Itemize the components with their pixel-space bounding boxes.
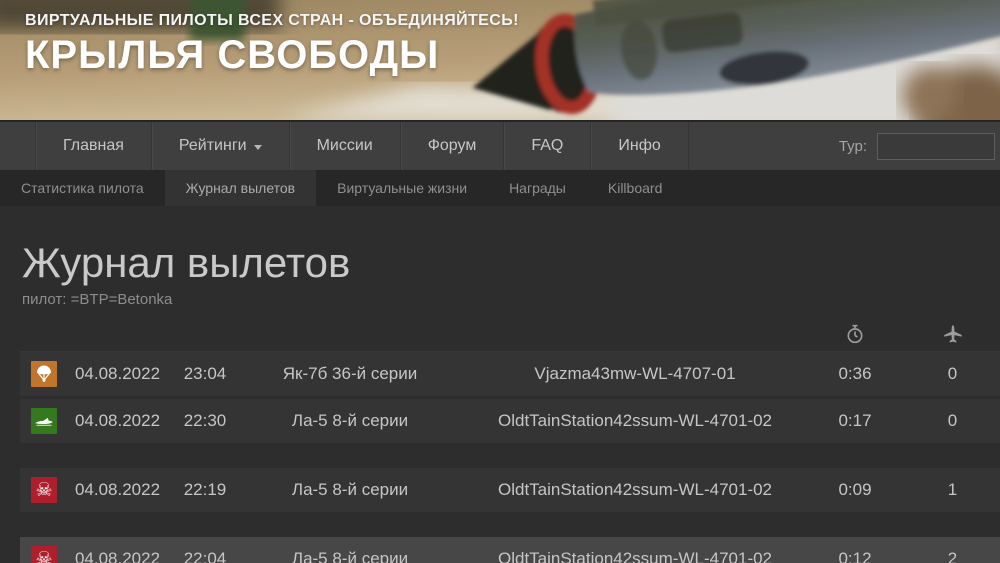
main-nav: Главная Рейтинги Миссии Форум FAQ Инфо Тур: — [0, 120, 1000, 170]
row-group-gap — [20, 515, 1000, 537]
subnav-tab[interactable]: Статистика пилота — [0, 170, 165, 206]
page-title: Журнал вылетов — [22, 239, 351, 286]
status-cell — [20, 408, 60, 435]
flight-log-row[interactable]: ☠ 04.08.2022 22:04 Ла-5 8-й серии OldtTa… — [20, 537, 1000, 563]
tour-filter: Тур: — [839, 122, 1000, 170]
flight-log-row[interactable]: ☠ 04.08.2022 22:19 Ла-5 8-й серии OldtTa… — [20, 468, 1000, 513]
flight-log-row[interactable]: 04.08.2022 23:04 Як-7б 36-й серии Vjazma… — [20, 352, 1000, 397]
sortie-duration: 0:12 — [838, 549, 872, 563]
pilot-subnav: Статистика пилота Журнал вылетов Виртуальн… — [0, 170, 1000, 206]
sortie-time: 22:19 — [183, 480, 227, 500]
sortie-aircraft: Ла-5 8-й серии — [291, 480, 409, 500]
aircraft-icon — [943, 325, 962, 343]
subnav-tab[interactable]: Виртуальные жизни — [316, 170, 488, 206]
flight-log-table: 04.08.2022 23:04 Як-7б 36-й серии Vjazma… — [20, 316, 1000, 563]
nav-item-faq[interactable]: FAQ — [504, 122, 592, 170]
sortie-mission: OldtTainStation42ssum-WL-4701-02 — [497, 480, 773, 500]
sortie-count: 0 — [947, 411, 958, 431]
nav-item-label: Рейтинги — [178, 137, 247, 154]
sortie-date: 04.08.2022 — [74, 549, 161, 563]
status-badge: ☠ — [31, 546, 57, 563]
stopwatch-icon — [847, 324, 863, 343]
nav-item-форум[interactable]: Форум — [401, 122, 505, 170]
sortie-duration: 0:36 — [838, 364, 872, 384]
sortie-count: 2 — [947, 549, 958, 563]
sortie-aircraft: Ла-5 8-й серии — [291, 411, 409, 431]
nav-item-миссии[interactable]: Миссии — [290, 122, 401, 170]
sortie-time: 22:30 — [183, 411, 227, 431]
sortie-date: 04.08.2022 — [74, 411, 161, 431]
subnav-tab[interactable]: Награды — [488, 170, 587, 206]
flight-log-rows: 04.08.2022 23:04 Як-7б 36-й серии Vjazma… — [20, 352, 1000, 563]
status-cell — [20, 361, 60, 388]
status-badge — [31, 361, 57, 388]
nav-item-инфо[interactable]: Инфо — [591, 122, 689, 170]
site-title: КРЫЛЬЯ СВОБОДЫ — [25, 33, 440, 77]
pilot-subtitle: пилот: =BTP=Betonka — [22, 291, 173, 309]
tour-input[interactable] — [877, 132, 995, 160]
status-cell: ☠ — [20, 546, 60, 563]
main-nav-items: Главная Рейтинги Миссии Форум FAQ Инфо — [35, 122, 689, 170]
nav-item-label: FAQ — [531, 137, 564, 154]
sortie-count: 0 — [947, 364, 958, 384]
nav-item-рейтинги[interactable]: Рейтинги — [152, 122, 290, 170]
nav-item-label: Инфо — [618, 137, 661, 154]
nav-item-label: Главная — [63, 137, 124, 154]
sortie-date: 04.08.2022 — [74, 480, 161, 500]
row-group-gap — [20, 446, 1000, 468]
nav-item-главная[interactable]: Главная — [35, 122, 152, 170]
sortie-duration: 0:17 — [838, 411, 872, 431]
sortie-date: 04.08.2022 — [74, 364, 161, 384]
landed-plane-icon — [35, 418, 53, 427]
main-content: Журнал вылетов пилот: =BTP=Betonka 04.08… — [0, 206, 1000, 563]
hero-banner: ВИРТУАЛЬНЫЕ ПИЛОТЫ ВСЕХ СТРАН - ОБЪЕДИНЯ… — [0, 0, 1000, 120]
status-cell: ☠ — [20, 477, 60, 504]
status-badge: ☠ — [31, 477, 57, 504]
sortie-aircraft: Ла-5 8-й серии — [291, 549, 409, 563]
subnav-tab[interactable]: Журнал вылетов — [164, 170, 317, 206]
chevron-down-icon — [253, 144, 262, 150]
sortie-aircraft: Як-7б 36-й серии — [282, 364, 418, 384]
flight-log-row[interactable]: 04.08.2022 22:30 Ла-5 8-й серии OldtTain… — [20, 399, 1000, 444]
sortie-duration: 0:09 — [838, 480, 872, 500]
sortie-mission: OldtTainStation42ssum-WL-4701-02 — [497, 411, 773, 431]
duration-column-header — [805, 324, 905, 344]
nav-item-label: Форум — [427, 137, 477, 154]
tour-label: Тур: — [838, 137, 867, 155]
skull-crossbones-icon: ☠ — [35, 478, 53, 501]
skull-crossbones-icon: ☠ — [35, 547, 53, 563]
site-tagline: ВИРТУАЛЬНЫЕ ПИЛОТЫ ВСЕХ СТРАН - ОБЪЕДИНЯ… — [25, 12, 519, 29]
sortie-mission: Vjazma43mw-WL-4707-01 — [534, 364, 736, 384]
sortie-count: 1 — [947, 480, 958, 500]
nav-item-label: Миссии — [316, 137, 373, 154]
subnav-tab[interactable]: Killboard — [587, 170, 683, 206]
flight-log-header — [20, 316, 1000, 353]
sortie-time: 23:04 — [183, 364, 227, 384]
sortie-mission: OldtTainStation42ssum-WL-4701-02 — [497, 549, 773, 563]
status-badge — [31, 408, 57, 435]
parachute-icon — [37, 365, 51, 383]
sortie-time: 22:04 — [183, 549, 227, 563]
count-column-header — [905, 324, 1000, 344]
